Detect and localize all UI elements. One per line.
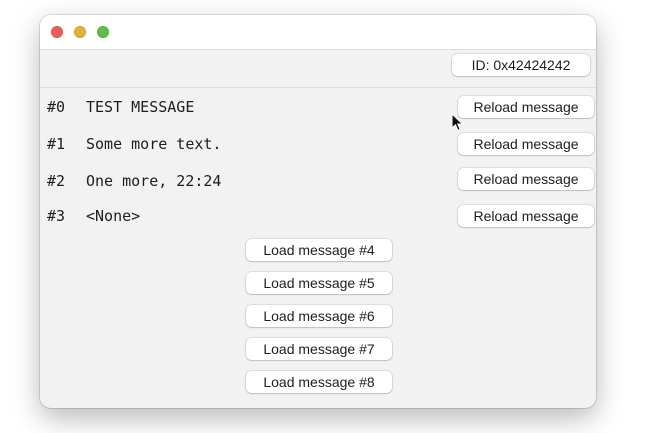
minimize-window-button[interactable] — [74, 26, 86, 38]
id-button[interactable]: ID: 0x42424242 — [452, 54, 590, 76]
message-index: #1 — [47, 135, 66, 153]
reload-message-button[interactable]: Reload message — [458, 205, 594, 227]
title-bar — [40, 15, 596, 50]
message-index: #2 — [47, 172, 66, 190]
app-window: ID: 0x42424242 #0 TEST MESSAGE Reload me… — [40, 15, 596, 408]
message-index: #3 — [47, 207, 66, 225]
load-message-button[interactable]: Load message #5 — [246, 272, 392, 294]
load-message-button[interactable]: Load message #7 — [246, 338, 392, 360]
message-index: #0 — [47, 98, 66, 116]
reload-message-button[interactable]: Reload message — [458, 168, 594, 190]
message-text: Some more text. — [86, 135, 222, 153]
zoom-window-button[interactable] — [97, 26, 109, 38]
reload-message-button[interactable]: Reload message — [458, 96, 594, 118]
reload-message-button[interactable]: Reload message — [458, 133, 594, 155]
header-divider — [40, 87, 596, 88]
load-message-button[interactable]: Load message #8 — [246, 371, 392, 393]
message-text: <None> — [86, 207, 141, 225]
message-text: TEST MESSAGE — [86, 98, 195, 116]
load-message-button[interactable]: Load message #4 — [246, 239, 392, 261]
load-message-button[interactable]: Load message #6 — [246, 305, 392, 327]
message-text: One more, 22:24 — [86, 172, 222, 190]
mouse-cursor-icon — [451, 113, 464, 132]
close-window-button[interactable] — [51, 26, 63, 38]
